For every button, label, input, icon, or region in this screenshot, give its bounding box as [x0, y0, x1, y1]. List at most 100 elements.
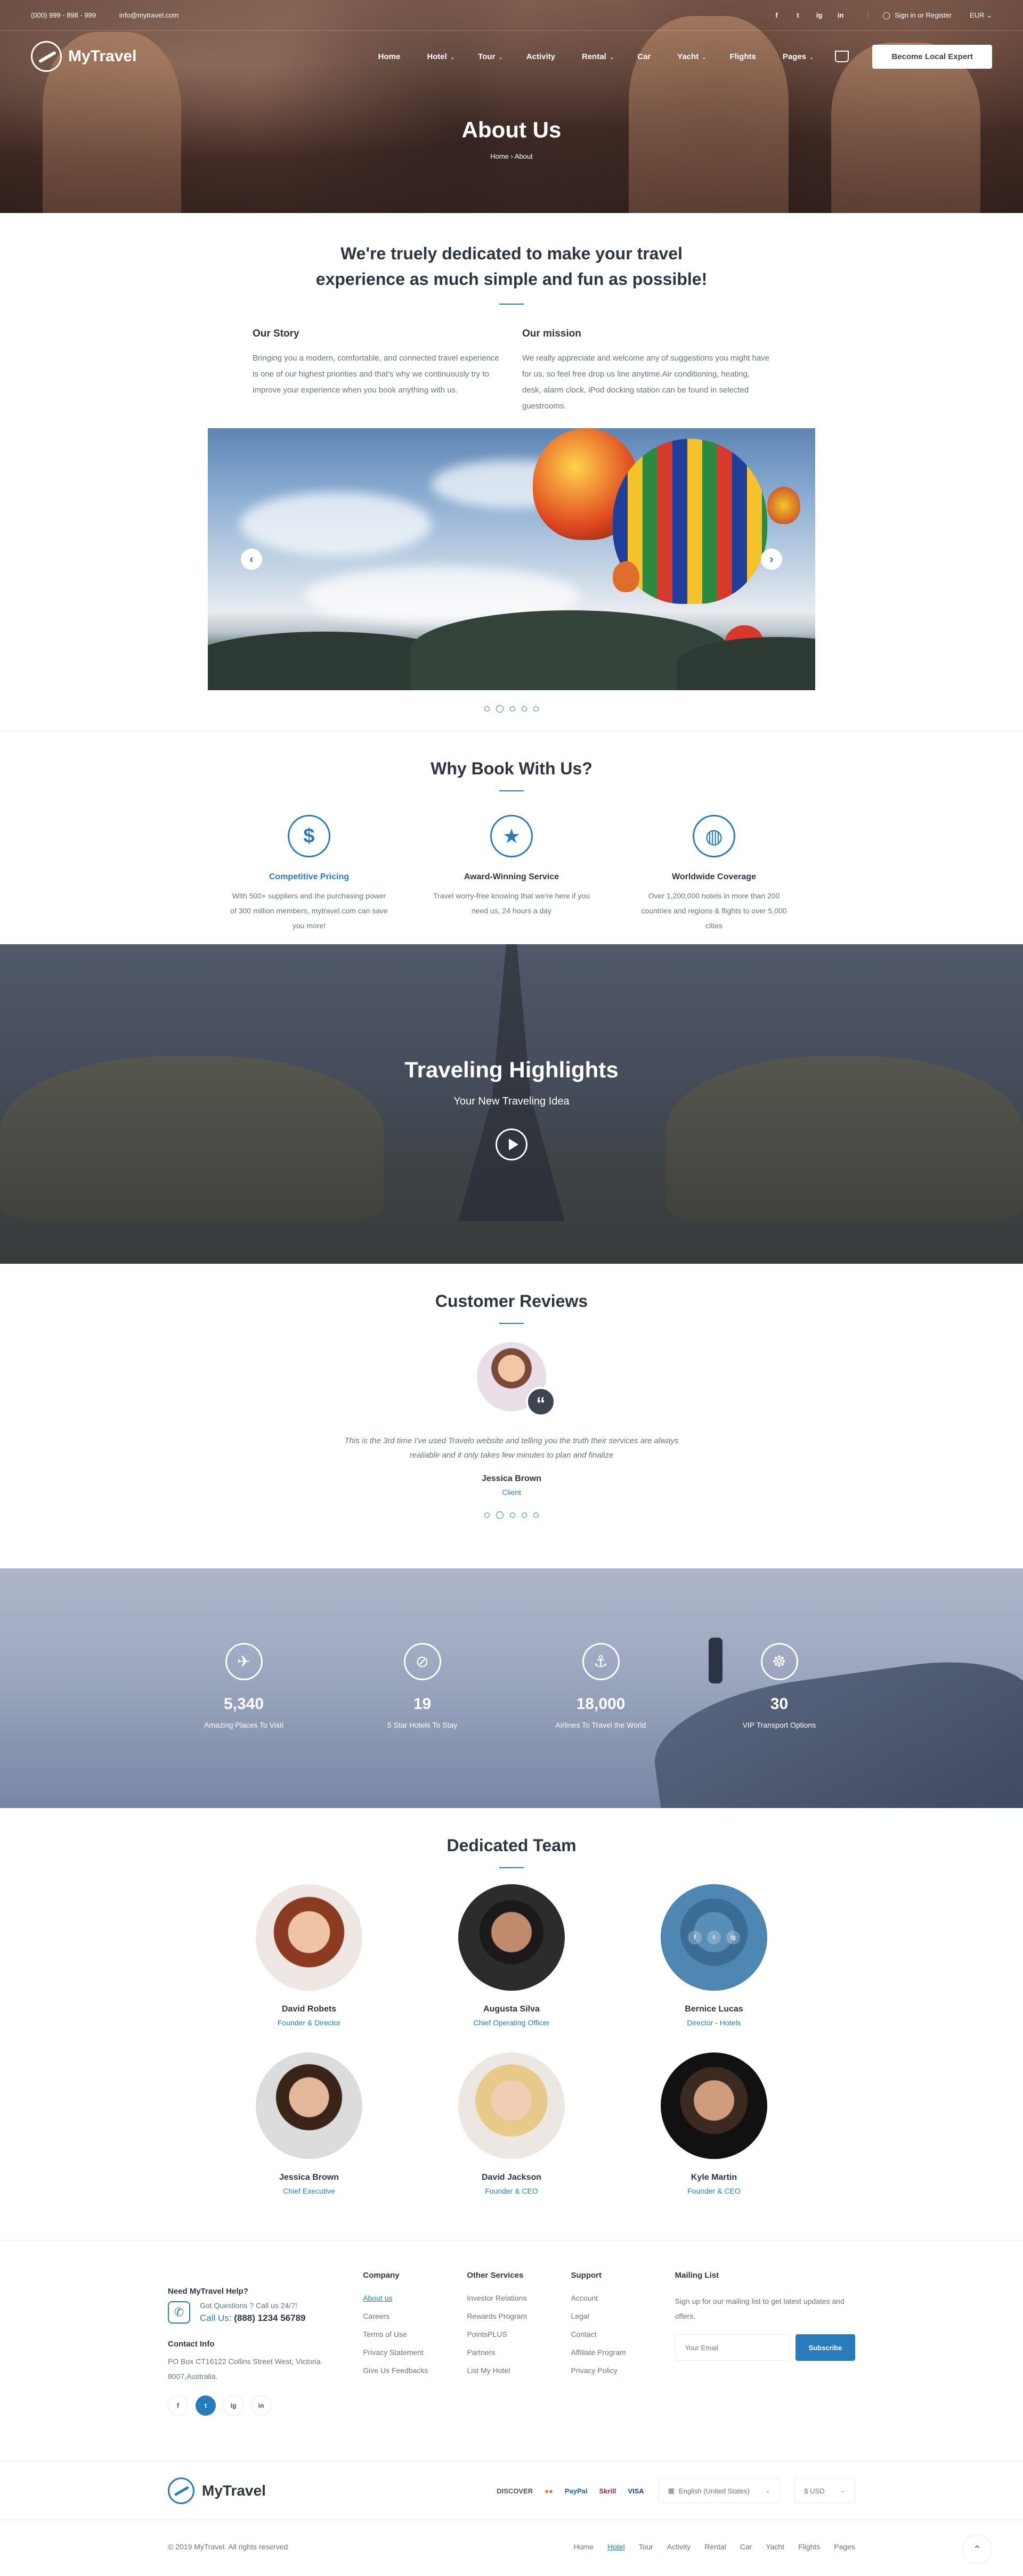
review-pagination	[0, 1511, 1023, 1519]
language-select[interactable]: ▦ English (United States) ⌄	[657, 2479, 781, 2503]
team-member-card[interactable]: Jessica Brown Chief Executive	[208, 2052, 410, 2195]
bottom-link-hotel[interactable]: Hotel	[607, 2542, 625, 2551]
slider-prev-button[interactable]: ‹	[241, 549, 262, 570]
feature-title[interactable]: Worldwide Coverage	[634, 872, 794, 882]
review-dot[interactable]	[522, 1512, 527, 1518]
bottom-link-activity[interactable]: Activity	[667, 2542, 691, 2551]
footer-link-legal[interactable]: Legal	[571, 2312, 675, 2320]
review-dot-active[interactable]	[496, 1511, 504, 1519]
play-icon[interactable]	[496, 1128, 527, 1160]
twitter-icon[interactable]: t	[196, 2395, 216, 2416]
slider-dot[interactable]	[510, 706, 515, 712]
stat-item: ⚓ 18,000 Airlines To Travel the World	[512, 1643, 690, 1729]
top-bar: (000) 999 - 898 - 999 info@mytravel.com …	[0, 0, 1023, 31]
stat-item: ⊘ 19 5 Star Hotels To Stay	[333, 1643, 512, 1729]
facebook-icon[interactable]: f	[688, 1931, 702, 1944]
review-dot[interactable]	[533, 1512, 539, 1518]
nav-item-yacht[interactable]: Yacht ⌄	[677, 52, 706, 61]
twitter-icon[interactable]: t	[787, 11, 809, 19]
help-phone[interactable]: Call Us: (888) 1234 56789	[200, 2313, 305, 2324]
linkedin-icon[interactable]: in	[251, 2395, 271, 2416]
email-link[interactable]: info@mytravel.com	[119, 11, 178, 19]
nav-item-home[interactable]: Home	[378, 52, 404, 61]
nav-item-activity[interactable]: Activity	[526, 52, 558, 61]
facebook-icon[interactable]: f	[168, 2395, 188, 2416]
team-member-card[interactable]: f t ig Bernice Lucas Director - Hotels	[613, 1884, 815, 2027]
team-member-card[interactable]: Kyle Martin Founder & CEO	[613, 2052, 815, 2195]
become-expert-button[interactable]: Become Local Expert	[872, 44, 992, 69]
footer-link-terms[interactable]: Terms of Use	[363, 2330, 467, 2338]
avatar	[458, 1884, 565, 1991]
services-column: Other Services Investor Relations Reward…	[467, 2271, 571, 2416]
footer-link-feedback[interactable]: Give Us Feedbacks	[363, 2366, 467, 2375]
skrill-icon: Skrill	[599, 2487, 616, 2495]
review-dot[interactable]	[484, 1512, 490, 1518]
image-slider[interactable]: ‹ ›	[208, 428, 815, 690]
nav-item-hotel[interactable]: Hotel ⌄	[427, 52, 454, 61]
slider-dot-active[interactable]	[496, 705, 504, 713]
instagram-icon[interactable]: ig	[809, 11, 830, 19]
twitter-icon[interactable]: t	[707, 1931, 721, 1944]
bottom-link-flights[interactable]: Flights	[798, 2542, 820, 2551]
slider-dot[interactable]	[484, 706, 490, 712]
nav-item-car[interactable]: Car	[637, 52, 654, 61]
footer-link-privacy-policy[interactable]: Privacy Policy	[571, 2366, 675, 2375]
footer-link-partners[interactable]: Partners	[467, 2348, 571, 2357]
nav-item-rental[interactable]: Rental ⌄	[582, 52, 614, 61]
feature-title[interactable]: Award-Winning Service	[432, 872, 591, 882]
slider-dot[interactable]	[533, 706, 539, 712]
facebook-icon[interactable]: f	[766, 11, 787, 19]
avatar	[256, 2052, 362, 2159]
currency-value: $ USD	[804, 2487, 825, 2495]
slider-next-button[interactable]: ›	[761, 549, 782, 570]
nav-item-tour[interactable]: Tour ⌄	[478, 52, 503, 61]
bottom-link-pages[interactable]: Pages	[834, 2542, 855, 2551]
bottom-link-yacht[interactable]: Yacht	[766, 2542, 784, 2551]
phone-link[interactable]: (000) 999 - 898 - 999	[31, 11, 96, 19]
footer-link-contact[interactable]: Contact	[571, 2330, 675, 2338]
team-member-card[interactable]: David Jackson Founder & CEO	[410, 2052, 613, 2195]
help-question: Got Questions ? Call us 24/7!	[200, 2301, 297, 2310]
feature-text: With 500+ suppliers and the purchasing p…	[230, 892, 388, 930]
footer-link-account[interactable]: Account	[571, 2294, 675, 2302]
bottom-link-tour[interactable]: Tour	[639, 2542, 653, 2551]
story-title: Our Story	[253, 328, 299, 339]
contact-address: PO Box CT16122 Collins Street West, Vict…	[168, 2357, 321, 2381]
stat-item: ✈ 5,340 Amazing Places To Visit	[155, 1643, 333, 1729]
feature-title[interactable]: Competitive Pricing	[229, 872, 389, 882]
bottom-link-home[interactable]: Home	[574, 2542, 594, 2551]
avatar	[256, 1884, 362, 1991]
member-role: Founder & Director	[277, 2018, 341, 2027]
footer-link-investor[interactable]: Investor Relations	[467, 2294, 571, 2302]
footer-link-pointsplus[interactable]: PointsPLUS	[467, 2330, 571, 2338]
instagram-icon[interactable]: ig	[223, 2395, 243, 2416]
nav-item-pages[interactable]: Pages ⌄	[783, 52, 814, 61]
footer-link-list-hotel[interactable]: List My Hotel	[467, 2366, 571, 2375]
email-field[interactable]	[675, 2334, 790, 2361]
signin-link[interactable]: ◯ Sign in or Register	[867, 11, 952, 20]
footer-link-affiliate[interactable]: Affiliate Program	[571, 2348, 675, 2357]
breadcrumb-home[interactable]: Home	[490, 152, 509, 160]
slider-dot[interactable]	[522, 706, 527, 712]
member-name: David Robets	[281, 2005, 337, 2014]
bottom-link-car[interactable]: Car	[740, 2542, 752, 2551]
team-member-card[interactable]: Augusta Silva Chief Operating Officer	[410, 1884, 613, 2027]
back-to-top-button[interactable]: ⌃	[962, 2534, 992, 2564]
footer-link-privacy-statement[interactable]: Privacy Statement	[363, 2348, 467, 2357]
footer-logo[interactable]: MyTravel	[168, 2477, 266, 2504]
cart-icon[interactable]	[835, 51, 849, 62]
team-member-card[interactable]: David Robets Founder & Director	[208, 1884, 410, 2027]
bottom-link-rental[interactable]: Rental	[704, 2542, 726, 2551]
reviewer-role: Client	[502, 1488, 521, 1496]
footer-link-rewards[interactable]: Rewards Program	[467, 2312, 571, 2320]
linkedin-icon[interactable]: in	[830, 11, 851, 19]
footer-link-careers[interactable]: Careers	[363, 2312, 467, 2320]
currency-dropdown[interactable]: EUR ⌄	[970, 11, 992, 20]
review-dot[interactable]	[510, 1512, 515, 1518]
instagram-icon[interactable]: ig	[726, 1931, 740, 1944]
nav-item-flights[interactable]: Flights	[730, 52, 759, 61]
brand-logo[interactable]: MyTravel	[31, 41, 136, 72]
footer-link-about[interactable]: About us	[363, 2294, 467, 2302]
subscribe-button[interactable]: Subscribe	[795, 2334, 855, 2361]
currency-select[interactable]: $ USD ⌄	[794, 2479, 855, 2503]
